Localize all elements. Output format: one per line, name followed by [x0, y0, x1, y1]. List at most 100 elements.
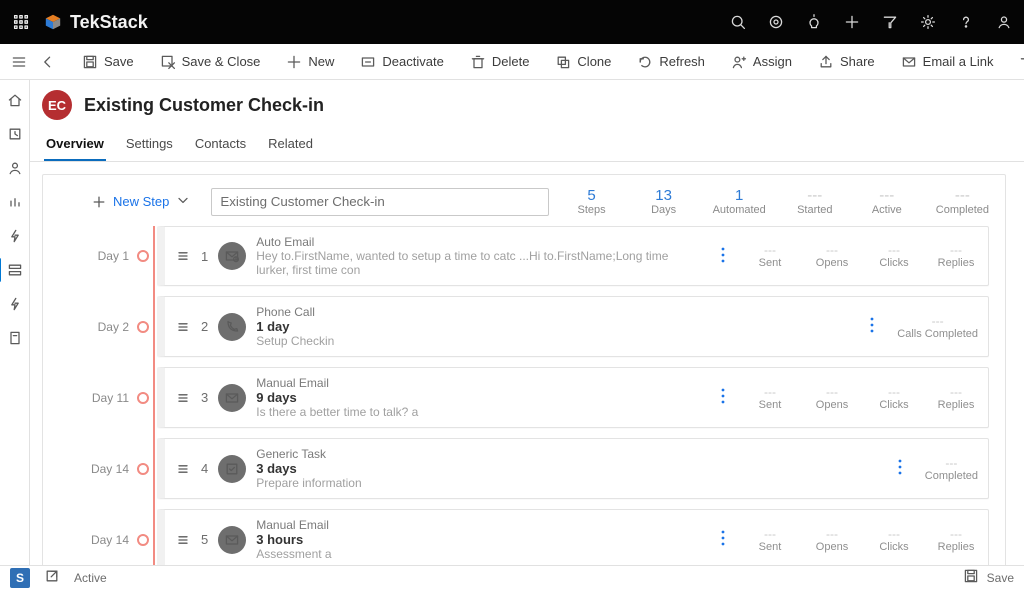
step-card[interactable]: 1 Auto Email Hey to.FirstName, wanted to…: [157, 226, 989, 286]
stat: ---Replies: [934, 243, 978, 269]
waffle-icon[interactable]: [10, 11, 32, 33]
new-step-button[interactable]: New Step: [83, 188, 199, 215]
left-rail: [0, 80, 30, 565]
kebab-icon[interactable]: [708, 529, 738, 550]
day-label: Day 14: [83, 533, 129, 547]
bulb-icon[interactable]: [804, 12, 824, 32]
gear-icon[interactable]: [918, 12, 938, 32]
step-type: Auto Email: [256, 235, 698, 249]
status-save[interactable]: Save: [987, 571, 1014, 585]
metric-active: ---Active: [864, 187, 910, 216]
step-desc: Setup Checkin: [256, 334, 847, 348]
tab-settings[interactable]: Settings: [124, 128, 175, 161]
step-headline: 3 days: [256, 461, 875, 476]
rail-recent-icon[interactable]: [5, 124, 25, 144]
plus-icon[interactable]: [842, 12, 862, 32]
rail-contacts-icon[interactable]: [5, 158, 25, 178]
tab-contacts[interactable]: Contacts: [193, 128, 248, 161]
clone-button[interactable]: Clone: [545, 46, 621, 78]
record-avatar: EC: [42, 90, 72, 120]
kebab-icon[interactable]: [708, 246, 738, 267]
auto-email-icon: [218, 242, 246, 270]
rail-analytics-icon[interactable]: [5, 192, 25, 212]
target-icon[interactable]: [766, 12, 786, 32]
assign-button[interactable]: Assign: [721, 46, 802, 78]
step-stats: ---Sent---Opens---Clicks---Replies: [748, 243, 978, 269]
step-number: 1: [201, 249, 208, 264]
save-close-icon: [160, 54, 176, 70]
share-button[interactable]: Share: [808, 46, 885, 78]
popout-icon[interactable]: [44, 568, 60, 587]
deactivate-button[interactable]: Deactivate: [350, 46, 453, 78]
back-icon[interactable]: [40, 54, 56, 70]
stat: ---Sent: [748, 385, 792, 411]
kebab-icon[interactable]: [857, 316, 887, 337]
step-row: Day 11 3 Manual Email 9 days Is there a …: [83, 367, 989, 428]
sequence-name-input[interactable]: [211, 188, 548, 216]
rail-bolt-icon[interactable]: [5, 226, 25, 246]
rail-bolt2-icon[interactable]: [5, 294, 25, 314]
status-bar: S Active Save: [0, 565, 1024, 589]
drag-handle-icon[interactable]: [175, 319, 191, 335]
step-row: Day 14 4 Generic Task 3 days Prepare inf…: [83, 438, 989, 499]
stat: ---Clicks: [872, 385, 916, 411]
drag-handle-icon[interactable]: [175, 532, 191, 548]
refresh-button[interactable]: Refresh: [627, 46, 715, 78]
step-headline: 1 day: [256, 319, 847, 334]
plus-icon: [286, 54, 302, 70]
stat: ---Replies: [934, 385, 978, 411]
drag-handle-icon[interactable]: [175, 390, 191, 406]
step-card[interactable]: 2 Phone Call 1 day Setup Checkin ---Call…: [157, 296, 989, 357]
save-icon[interactable]: [963, 568, 979, 587]
flow-button[interactable]: Flow: [1009, 46, 1024, 78]
new-button[interactable]: New: [276, 46, 344, 78]
drag-handle-icon[interactable]: [175, 248, 191, 264]
save-icon: [82, 54, 98, 70]
step-number: 2: [201, 319, 208, 334]
step-type: Phone Call: [256, 305, 847, 319]
tab-overview[interactable]: Overview: [44, 128, 106, 161]
filter-icon[interactable]: [880, 12, 900, 32]
mail-link-icon: [901, 54, 917, 70]
share-icon: [818, 54, 834, 70]
step-desc: Prepare information: [256, 476, 875, 490]
tab-related[interactable]: Related: [266, 128, 315, 161]
trash-icon: [470, 54, 486, 70]
step-stats: ---Sent---Opens---Clicks---Replies: [748, 527, 978, 553]
step-desc: Assessment a: [256, 547, 698, 561]
search-icon[interactable]: [728, 12, 748, 32]
step-row: Day 1 1 Auto Email Hey to.FirstName, wan…: [83, 226, 989, 286]
step-card[interactable]: 4 Generic Task 3 days Prepare informatio…: [157, 438, 989, 499]
global-icons: [728, 12, 1014, 32]
kebab-icon[interactable]: [885, 458, 915, 479]
save-close-button[interactable]: Save & Close: [150, 46, 271, 78]
step-desc: Is there a better time to talk? a: [256, 405, 698, 419]
kebab-icon[interactable]: [708, 387, 738, 408]
drag-handle-icon[interactable]: [175, 461, 191, 477]
clone-icon: [555, 54, 571, 70]
brand: TekStack: [44, 12, 148, 33]
help-icon[interactable]: [956, 12, 976, 32]
delete-button[interactable]: Delete: [460, 46, 540, 78]
timeline-dot: [137, 463, 149, 475]
stat: ---Opens: [810, 527, 854, 553]
save-button[interactable]: Save: [72, 46, 144, 78]
rail-sequences-icon[interactable]: [5, 260, 25, 280]
stat: ---Calls Completed: [897, 314, 978, 340]
step-card[interactable]: 3 Manual Email 9 days Is there a better …: [157, 367, 989, 428]
timeline-dot: [137, 250, 149, 262]
stat: ---Sent: [748, 243, 792, 269]
summary-metrics: 5Steps 13Days 1Automated ---Started ---A…: [569, 187, 989, 216]
day-label: Day 2: [83, 320, 129, 334]
person-icon[interactable]: [994, 12, 1014, 32]
rail-note-icon[interactable]: [5, 328, 25, 348]
rail-home-icon[interactable]: [5, 90, 25, 110]
email-link-button[interactable]: Email a Link: [891, 46, 1004, 78]
stat: ---Clicks: [872, 527, 916, 553]
day-label: Day 11: [83, 391, 129, 405]
sequence-canvas: New Step 5Steps 13Days 1Automated ---Sta…: [42, 174, 1006, 565]
stat: ---Sent: [748, 527, 792, 553]
step-card[interactable]: 5 Manual Email 3 hours Assessment a ---S…: [157, 509, 989, 565]
hamburger-icon[interactable]: [4, 54, 34, 70]
email-icon: [218, 384, 246, 412]
